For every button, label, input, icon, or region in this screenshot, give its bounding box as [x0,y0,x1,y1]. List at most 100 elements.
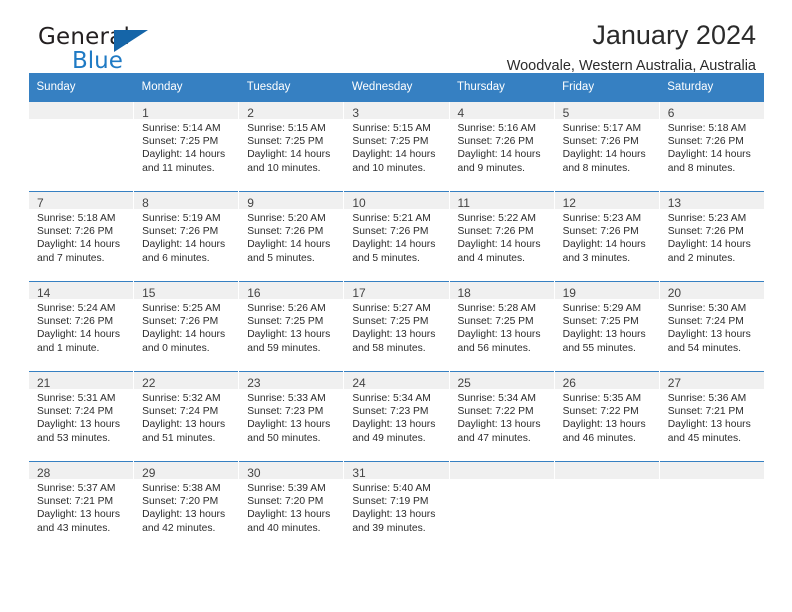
day-cell-details: Sunrise: 5:20 AM Sunset: 7:26 PM Daylight:… [239,209,343,265]
sunrise-text: Sunrise: 5:17 AM [562,123,642,134]
sunset-text: Sunset: 7:22 PM [457,406,534,418]
calendar-day-cell[interactable]: 1 Sunrise: 5:14 AM Sunset: 7:25 PM Daylight… [133,102,239,192]
calendar-day-cell-empty [448,461,555,551]
calendar-day-cell[interactable]: 17 Sunrise: 5:27 AM Sunset: 7:25 PM Dayligh… [343,281,449,372]
calendar-day-cell[interactable]: 13 Sunrise: 5:23 AM Sunset: 7:26 PM Dayligh… [658,191,765,282]
day-cell-inner [554,462,659,551]
day-cell-inner: 20 Sunrise: 5:30 AM Sunset: 7:24 PM Dayligh… [659,282,765,371]
daylight-text: and 59 minutes. [247,342,321,354]
day-number: 12 [562,196,576,210]
daylight-text: Daylight: 14 hours [562,149,646,161]
day-cell-details: Sunrise: 5:17 AM Sunset: 7:26 PM Daylight:… [555,119,659,175]
calendar-day-cell[interactable]: 7 Sunrise: 5:18 AM Sunset: 7:26 PM Daylight… [27,191,134,282]
sunset-text: Sunset: 7:26 PM [562,226,639,238]
day-cell-inner [659,462,765,551]
day-cell-inner: 18 Sunrise: 5:28 AM Sunset: 7:25 PM Dayligh… [449,282,554,371]
day-number: 15 [142,286,156,300]
daylight-text: and 5 minutes. [247,252,315,264]
day-cell-inner: 3 Sunrise: 5:15 AM Sunset: 7:25 PM Daylight… [344,102,449,191]
day-number: 5 [562,106,570,120]
calendar-day-cell[interactable]: 10 Sunrise: 5:21 AM Sunset: 7:26 PM Dayligh… [343,191,449,282]
calendar-day-cell[interactable]: 31 Sunrise: 5:40 AM Sunset: 7:19 PM Dayligh… [343,461,449,551]
calendar-day-cell[interactable]: 27 Sunrise: 5:36 AM Sunset: 7:21 PM Dayligh… [658,371,765,462]
daylight-text: Daylight: 13 hours [37,419,120,431]
day-cell-details [555,479,659,482]
day-number: 3 [352,106,360,120]
day-number: 25 [457,376,471,390]
daylight-text: and 6 minutes. [142,252,210,264]
calendar-day-cell[interactable]: 25 Sunrise: 5:34 AM Sunset: 7:22 PM Dayligh… [448,371,555,462]
calendar-day-cell[interactable]: 18 Sunrise: 5:28 AM Sunset: 7:25 PM Dayligh… [448,281,555,372]
sunset-text: Sunset: 7:24 PM [142,406,219,418]
daylight-text: Daylight: 13 hours [247,419,331,431]
calendar-day-cell[interactable]: 11 Sunrise: 5:22 AM Sunset: 7:26 PM Dayligh… [448,191,555,282]
page-header: General Blue January 2024 Woodvale, West… [28,0,764,74]
day-number: 13 [667,196,682,210]
daylight-text: Daylight: 14 hours [667,149,751,161]
sunrise-text: Sunrise: 5:23 AM [562,213,642,224]
daylight-text: and 39 minutes. [352,522,426,534]
day-cell-details: Sunrise: 5:35 AM Sunset: 7:22 PM Daylight:… [555,389,659,445]
daylight-text: and 8 minutes. [562,162,631,174]
daylight-text: Daylight: 14 hours [352,149,436,161]
calendar-day-cell[interactable]: 28 Sunrise: 5:37 AM Sunset: 7:21 PM Dayligh… [27,461,134,551]
daylight-text: Daylight: 13 hours [562,329,646,341]
day-number: 1 [142,106,149,120]
calendar-day-cell[interactable]: 30 Sunrise: 5:39 AM Sunset: 7:20 PM Dayligh… [238,461,344,551]
day-cell-details: Sunrise: 5:14 AM Sunset: 7:25 PM Daylight:… [134,119,238,175]
calendar-day-cell[interactable]: 26 Sunrise: 5:35 AM Sunset: 7:22 PM Dayligh… [553,371,660,462]
daylight-text: and 45 minutes. [667,432,742,444]
day-number-band: 1 [134,102,239,120]
general-blue-logo[interactable]: General Blue [38,26,268,78]
day-cell-inner: 9 Sunrise: 5:20 AM Sunset: 7:26 PM Daylight… [239,192,344,281]
daylight-text: and 40 minutes. [247,522,321,534]
daylight-text: Daylight: 14 hours [457,149,541,161]
daylight-text: Daylight: 14 hours [562,239,646,251]
sunrise-text: Sunrise: 5:30 AM [667,303,747,314]
day-cell-inner: 14 Sunrise: 5:24 AM Sunset: 7:26 PM Dayligh… [29,282,134,371]
sunset-text: Sunset: 7:25 PM [247,136,324,148]
calendar-day-cell[interactable]: 21 Sunrise: 5:31 AM Sunset: 7:24 PM Dayligh… [27,371,134,462]
day-number: 29 [142,466,156,480]
day-cell-details: Sunrise: 5:27 AM Sunset: 7:25 PM Daylight:… [344,299,448,355]
daylight-text: and 58 minutes. [352,342,426,354]
day-cell-inner: 6 Sunrise: 5:18 AM Sunset: 7:26 PM Daylight… [659,102,765,191]
calendar-day-cell[interactable]: 29 Sunrise: 5:38 AM Sunset: 7:20 PM Dayligh… [133,461,239,551]
sunset-text: Sunset: 7:23 PM [247,406,324,418]
sunrise-text: Sunrise: 5:32 AM [142,393,221,404]
sunrise-text: Sunrise: 5:22 AM [457,213,536,224]
sunrise-text: Sunrise: 5:36 AM [667,393,747,404]
calendar-day-cell[interactable]: 14 Sunrise: 5:24 AM Sunset: 7:26 PM Dayligh… [27,281,134,372]
daylight-text: and 49 minutes. [352,432,426,444]
day-cell-inner: 15 Sunrise: 5:25 AM Sunset: 7:26 PM Dayligh… [134,282,239,371]
day-cell-inner: 27 Sunrise: 5:36 AM Sunset: 7:21 PM Dayligh… [659,372,765,461]
day-number-band: 13 [659,192,765,210]
calendar-page: General Blue January 2024 Woodvale, West… [0,0,792,612]
calendar-day-cell[interactable]: 6 Sunrise: 5:18 AM Sunset: 7:26 PM Daylight… [658,102,765,192]
daylight-text: and 10 minutes. [247,162,321,174]
day-cell-details: Sunrise: 5:23 AM Sunset: 7:26 PM Daylight:… [660,209,765,265]
day-number-band [29,102,134,119]
daylight-text: Daylight: 14 hours [37,329,120,341]
calendar-day-cell[interactable]: 24 Sunrise: 5:34 AM Sunset: 7:23 PM Dayligh… [343,371,449,462]
calendar-day-cell[interactable]: 3 Sunrise: 5:15 AM Sunset: 7:25 PM Daylight… [343,102,449,192]
calendar-day-cell[interactable]: 23 Sunrise: 5:33 AM Sunset: 7:23 PM Dayligh… [238,371,344,462]
sunset-text: Sunset: 7:26 PM [247,226,324,238]
sunrise-text: Sunrise: 5:31 AM [37,393,116,404]
day-cell-details: Sunrise: 5:18 AM Sunset: 7:26 PM Daylight:… [29,209,133,265]
calendar-day-cell[interactable]: 4 Sunrise: 5:16 AM Sunset: 7:26 PM Daylight… [448,102,555,192]
calendar-day-cell[interactable]: 19 Sunrise: 5:29 AM Sunset: 7:25 PM Dayligh… [553,281,660,372]
day-cell-details: Sunrise: 5:34 AM Sunset: 7:23 PM Daylight:… [344,389,448,445]
day-number-band [659,462,765,479]
calendar-day-cell[interactable]: 8 Sunrise: 5:19 AM Sunset: 7:26 PM Daylight… [133,191,239,282]
calendar-day-cell[interactable]: 5 Sunrise: 5:17 AM Sunset: 7:26 PM Daylight… [553,102,660,192]
calendar-day-cell[interactable]: 15 Sunrise: 5:25 AM Sunset: 7:26 PM Dayligh… [133,281,239,372]
day-cell-details: Sunrise: 5:38 AM Sunset: 7:20 PM Daylight:… [134,479,238,535]
calendar-day-cell[interactable]: 12 Sunrise: 5:23 AM Sunset: 7:26 PM Dayligh… [553,191,660,282]
calendar-day-cell[interactable]: 9 Sunrise: 5:20 AM Sunset: 7:26 PM Daylight… [238,191,344,282]
calendar-day-cell[interactable]: 2 Sunrise: 5:15 AM Sunset: 7:25 PM Daylight… [238,102,344,192]
daylight-text: and 1 minute. [37,342,100,354]
calendar-day-cell[interactable]: 20 Sunrise: 5:30 AM Sunset: 7:24 PM Dayligh… [658,281,765,372]
calendar-day-cell[interactable]: 22 Sunrise: 5:32 AM Sunset: 7:24 PM Dayligh… [133,371,239,462]
calendar-day-cell[interactable]: 16 Sunrise: 5:26 AM Sunset: 7:25 PM Dayligh… [238,281,344,372]
